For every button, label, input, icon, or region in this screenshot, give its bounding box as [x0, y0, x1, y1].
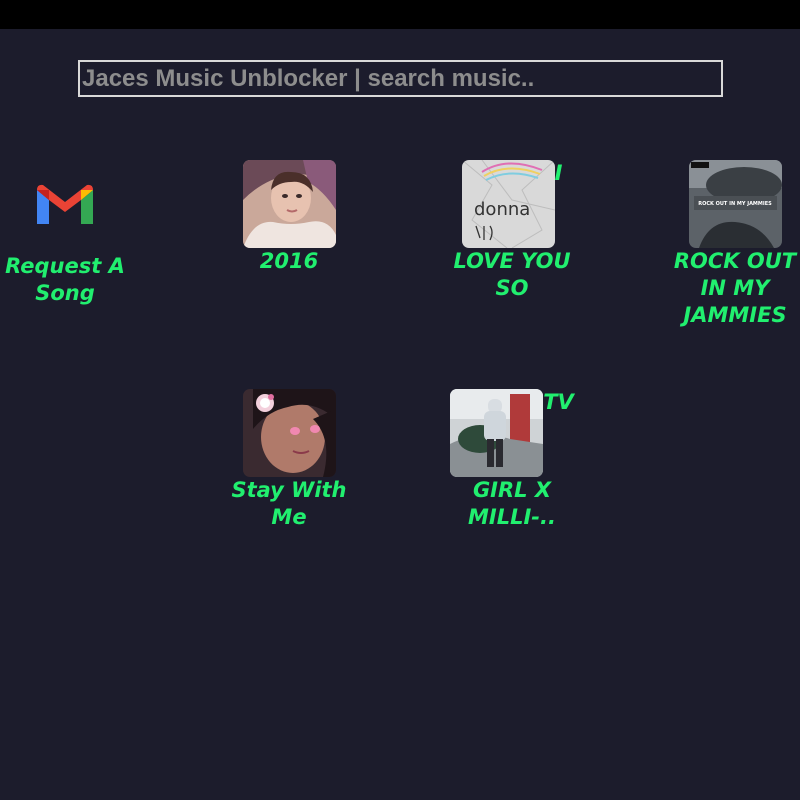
album-cover-image: donna [461, 160, 555, 248]
album-cover-image: ROCK OUT IN MY JAMMIES [688, 160, 782, 248]
tile-title: ROCK OUT IN MY JAMMIES [673, 249, 797, 327]
tile-title: 2016 [259, 249, 319, 273]
album-cover-image [450, 389, 544, 477]
svg-text:donna: donna [474, 199, 530, 220]
album-cover-image [242, 389, 336, 477]
tile-rock-out-in-my-jammies[interactable]: ROCK OUT IN MY JAMMIES ROCK OUT IN MY JA… [665, 160, 800, 329]
gmail-icon [35, 182, 95, 228]
tile-tv-girl-x-milli[interactable]: TV GIRL X MILLI-.. [442, 389, 582, 531]
svg-text:ROCK OUT IN MY JAMMIES: ROCK OUT IN MY JAMMIES [698, 201, 772, 207]
top-bar [0, 0, 800, 29]
tile-i-love-you-so[interactable]: donna I LOVE YOU SO [442, 160, 582, 302]
album-cover-image [242, 160, 336, 248]
tile-title: Stay With Me [231, 478, 347, 529]
tile-title: Request A Song [5, 254, 125, 305]
search-input[interactable] [78, 60, 723, 97]
tile-2016[interactable]: 2016 [219, 160, 359, 275]
tile-request-a-song[interactable]: Request A Song [0, 182, 135, 307]
tile-stay-with-me[interactable]: Stay With Me [219, 389, 359, 531]
